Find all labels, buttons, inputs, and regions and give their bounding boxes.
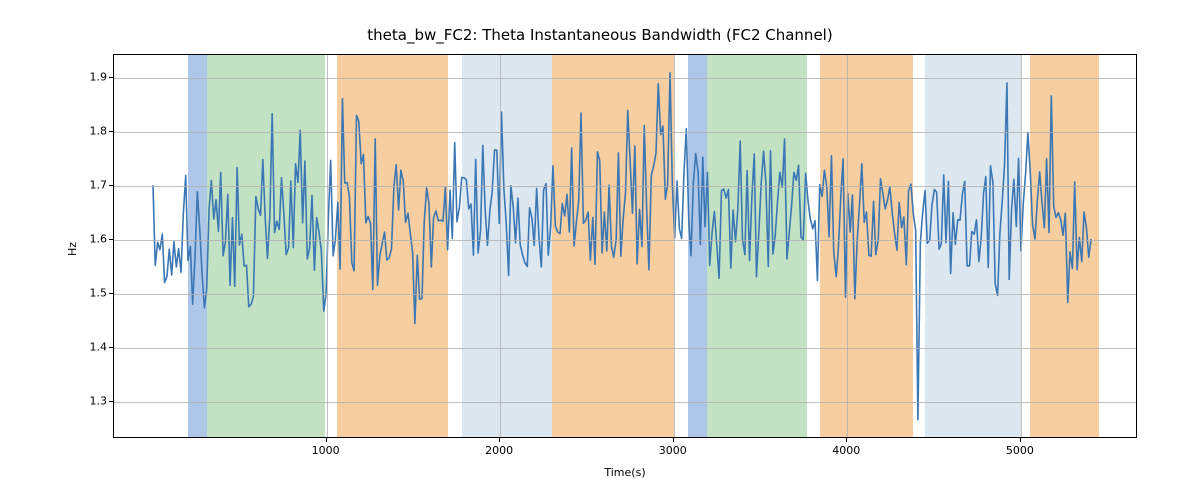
y-tick-label: 1.7 (83, 178, 107, 191)
chart-title: theta_bw_FC2: Theta Instantaneous Bandwi… (0, 26, 1200, 44)
x-tick-label: 5000 (1006, 444, 1034, 457)
y-tick-label: 1.9 (83, 70, 107, 83)
gridline-vertical (1021, 55, 1022, 437)
gridline-horizontal (114, 348, 1136, 349)
y-tick-label: 1.3 (83, 395, 107, 408)
gridline-horizontal (114, 132, 1136, 133)
gridline-horizontal (114, 294, 1136, 295)
y-tick-mark (109, 401, 113, 402)
line-series (114, 55, 1136, 437)
y-tick-mark (109, 293, 113, 294)
x-tick-label: 1000 (312, 444, 340, 457)
y-tick-label: 1.4 (83, 341, 107, 354)
x-tick-mark (846, 438, 847, 442)
y-tick-label: 1.8 (83, 124, 107, 137)
y-tick-mark (109, 131, 113, 132)
gridline-horizontal (114, 78, 1136, 79)
gridline-horizontal (114, 402, 1136, 403)
y-tick-mark (109, 77, 113, 78)
x-tick-label: 4000 (832, 444, 860, 457)
x-tick-mark (673, 438, 674, 442)
x-tick-label: 2000 (485, 444, 513, 457)
gridline-horizontal (114, 240, 1136, 241)
gridline-vertical (674, 55, 675, 437)
gridline-vertical (847, 55, 848, 437)
y-tick-label: 1.5 (83, 287, 107, 300)
gridline-vertical (500, 55, 501, 437)
x-tick-label: 3000 (659, 444, 687, 457)
gridline-horizontal (114, 186, 1136, 187)
gridline-vertical (327, 55, 328, 437)
x-tick-mark (326, 438, 327, 442)
plot-area (113, 54, 1137, 438)
y-tick-mark (109, 347, 113, 348)
x-tick-mark (1020, 438, 1021, 442)
y-axis-label: Hz (66, 242, 79, 256)
y-tick-mark (109, 239, 113, 240)
x-tick-mark (499, 438, 500, 442)
figure: theta_bw_FC2: Theta Instantaneous Bandwi… (0, 0, 1200, 500)
y-tick-mark (109, 185, 113, 186)
series-line (153, 73, 1091, 420)
x-axis-label: Time(s) (113, 466, 1137, 479)
y-tick-label: 1.6 (83, 232, 107, 245)
